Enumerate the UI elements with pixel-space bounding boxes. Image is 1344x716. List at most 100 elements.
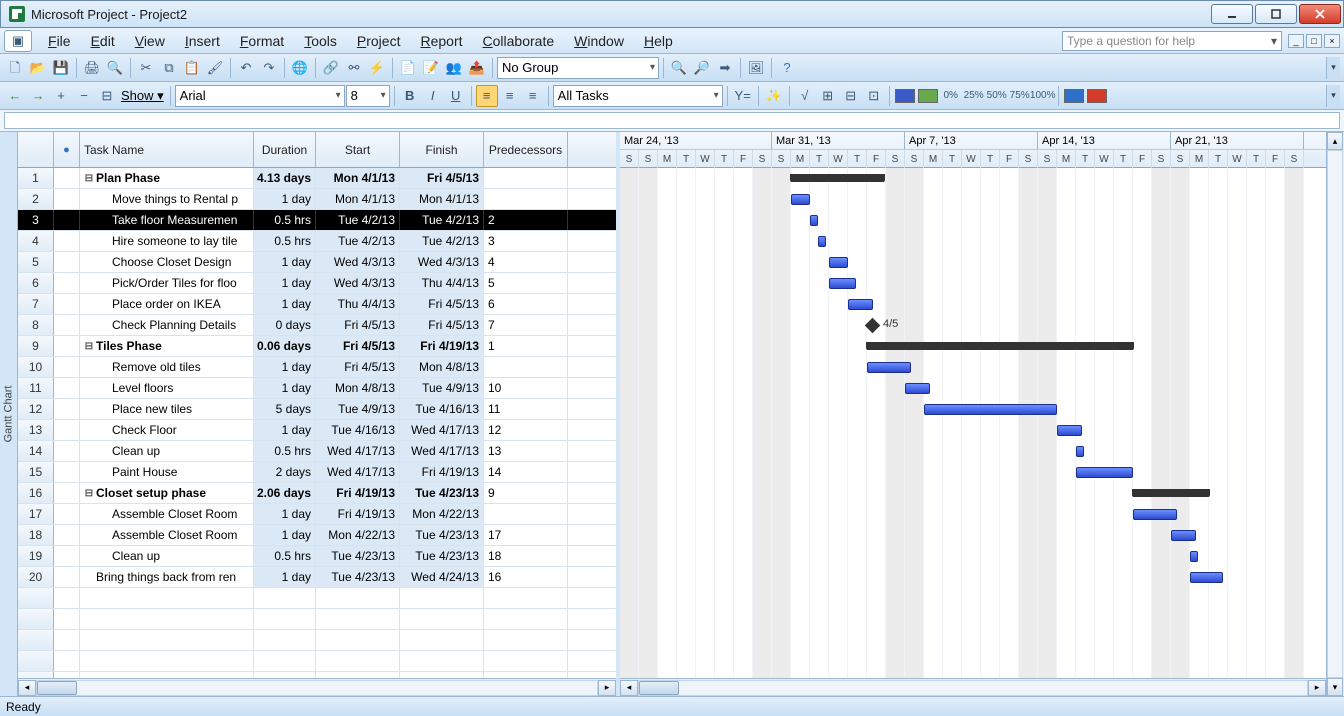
menu-view[interactable]: View	[125, 30, 175, 52]
col-finish[interactable]: Finish	[400, 132, 484, 167]
gantt-hscroll[interactable]: ◂ ▸	[620, 678, 1326, 696]
task-row[interactable]: 18Assemble Closet Room1 dayMon 4/22/13Tu…	[18, 525, 616, 546]
cell-edit-field[interactable]	[4, 112, 1340, 129]
barstyle-3-button[interactable]	[1063, 85, 1085, 107]
task-bar[interactable]	[848, 299, 873, 310]
vscroll[interactable]: ▴ ▾	[1326, 132, 1344, 696]
scroll-left-button[interactable]: ◂	[18, 680, 36, 696]
format-painter-button[interactable]: 🖌	[204, 57, 226, 79]
summary-bar[interactable]	[1133, 489, 1209, 497]
pct-75-button[interactable]: 75%	[1009, 85, 1031, 107]
gantt-row[interactable]	[620, 273, 1326, 294]
col-taskname[interactable]: Task Name	[80, 132, 254, 167]
zoom-out-button[interactable]: 🔎	[691, 57, 713, 79]
col-rownum[interactable]	[18, 132, 54, 167]
task-bar[interactable]	[1171, 530, 1196, 541]
task-row[interactable]: 14Clean up0.5 hrsWed 4/17/13Wed 4/17/131…	[18, 441, 616, 462]
task-row[interactable]: 4Hire someone to lay tile0.5 hrsTue 4/2/…	[18, 231, 616, 252]
task-bar[interactable]	[818, 236, 826, 247]
tracking-button[interactable]: √	[794, 85, 816, 107]
grid-body[interactable]: 1⊟Plan Phase4.13 daysMon 4/1/13Fri 4/5/1…	[18, 168, 616, 678]
underline-button[interactable]: U	[445, 85, 467, 107]
gantt-row[interactable]	[620, 210, 1326, 231]
barstyle-1-button[interactable]	[894, 85, 916, 107]
task-notes-button[interactable]: 📝	[420, 57, 442, 79]
show-menu[interactable]: Show ▾	[119, 88, 166, 104]
align-center-button[interactable]: ≡	[499, 85, 521, 107]
menu-help[interactable]: Help	[634, 30, 683, 52]
gantt-row[interactable]	[620, 294, 1326, 315]
task-row[interactable]: 5Choose Closet Design1 dayWed 4/3/13Wed …	[18, 252, 616, 273]
task-row[interactable]: 7Place order on IKEA1 dayThu 4/4/13Fri 4…	[18, 294, 616, 315]
copy-button[interactable]: ⧉	[158, 57, 180, 79]
align-right-button[interactable]: ≡	[522, 85, 544, 107]
gantt-row[interactable]	[620, 441, 1326, 462]
pct-50-button[interactable]: 50%	[986, 85, 1008, 107]
copy-picture-button[interactable]: 🖼	[745, 57, 767, 79]
task-row[interactable]: 9⊟Tiles Phase0.06 daysFri 4/5/13Fri 4/19…	[18, 336, 616, 357]
task-row[interactable]: 3Take floor Measuremen0.5 hrsTue 4/2/13T…	[18, 210, 616, 231]
gantt-row[interactable]	[620, 252, 1326, 273]
task-bar[interactable]	[1076, 467, 1133, 478]
menu-collaborate[interactable]: Collaborate	[473, 30, 565, 52]
gantt-row[interactable]	[620, 462, 1326, 483]
task-row[interactable]: 17Assemble Closet Room1 dayFri 4/19/13Mo…	[18, 504, 616, 525]
unlink-tasks-button[interactable]: ⚯	[343, 57, 365, 79]
gantt-row[interactable]	[620, 168, 1326, 189]
minimize-button[interactable]	[1211, 4, 1253, 24]
bold-button[interactable]: B	[399, 85, 421, 107]
task-bar[interactable]	[791, 194, 810, 205]
help-search[interactable]: Type a question for help	[1062, 31, 1282, 51]
menu-edit[interactable]: Edit	[81, 30, 125, 52]
task-row[interactable]: 15Paint House2 daysWed 4/17/13Fri 4/19/1…	[18, 462, 616, 483]
close-button[interactable]	[1299, 4, 1341, 24]
print-button[interactable]: 🖨	[81, 57, 103, 79]
task-row[interactable]: 6Pick/Order Tiles for floo1 dayWed 4/3/1…	[18, 273, 616, 294]
hide-subtasks-button[interactable]: −	[73, 85, 95, 107]
gantt-scroll-right-button[interactable]: ▸	[1308, 680, 1326, 696]
cut-button[interactable]: ✂	[135, 57, 157, 79]
redo-button[interactable]: ↷	[258, 57, 280, 79]
help-button[interactable]: ?	[776, 57, 798, 79]
new-button[interactable]: 🗋	[4, 57, 26, 79]
font-combo[interactable]: Arial	[175, 85, 345, 107]
task-bar[interactable]	[1076, 446, 1084, 457]
task-row[interactable]: 19Clean up0.5 hrsTue 4/23/13Tue 4/23/131…	[18, 546, 616, 567]
tracking-2-button[interactable]: ⊞	[817, 85, 839, 107]
assign-resources-button[interactable]: 👥	[443, 57, 465, 79]
task-info-button[interactable]: 📄	[397, 57, 419, 79]
menu-insert[interactable]: Insert	[175, 30, 230, 52]
split-task-button[interactable]: ⚡	[366, 57, 388, 79]
empty-row[interactable]	[18, 630, 616, 651]
summary-bar[interactable]	[867, 342, 1133, 350]
save-button[interactable]: 💾	[50, 57, 72, 79]
publish-button[interactable]: 📤	[466, 57, 488, 79]
zoom-in-button[interactable]: 🔍	[668, 57, 690, 79]
paste-button[interactable]: 📋	[181, 57, 203, 79]
gantt-row[interactable]	[620, 399, 1326, 420]
grid-hscroll[interactable]: ◂ ▸	[18, 678, 616, 696]
menu-file[interactable]: File	[38, 30, 81, 52]
task-bar[interactable]	[924, 404, 1057, 415]
link-tasks-button[interactable]: 🔗	[320, 57, 342, 79]
col-predecessors[interactable]: Predecessors	[484, 132, 568, 167]
task-row[interactable]: 1⊟Plan Phase4.13 daysMon 4/1/13Fri 4/5/1…	[18, 168, 616, 189]
empty-row[interactable]	[18, 651, 616, 672]
task-row[interactable]: 16⊟Closet setup phase2.06 daysFri 4/19/1…	[18, 483, 616, 504]
task-row[interactable]: 8Check Planning Details0 daysFri 4/5/13F…	[18, 315, 616, 336]
goto-task-button[interactable]: ➡	[714, 57, 736, 79]
office-button[interactable]: ▣	[4, 30, 32, 52]
group-by-combo[interactable]: No Group	[497, 57, 659, 79]
gantt-row[interactable]	[620, 567, 1326, 588]
milestone-marker[interactable]	[865, 318, 881, 334]
autofilter-button[interactable]: Y=	[732, 85, 754, 107]
show-subtasks-button[interactable]: +	[50, 85, 72, 107]
pct-100-button[interactable]: 100%	[1032, 85, 1054, 107]
menu-tools[interactable]: Tools	[294, 30, 347, 52]
doc-restore-button[interactable]: □	[1306, 34, 1322, 48]
task-bar[interactable]	[829, 278, 856, 289]
gantt-row[interactable]	[620, 483, 1326, 504]
menu-window[interactable]: Window	[564, 30, 634, 52]
print-preview-button[interactable]: 🔍	[104, 57, 126, 79]
toolbar2-overflow[interactable]: ▾	[1326, 85, 1340, 107]
